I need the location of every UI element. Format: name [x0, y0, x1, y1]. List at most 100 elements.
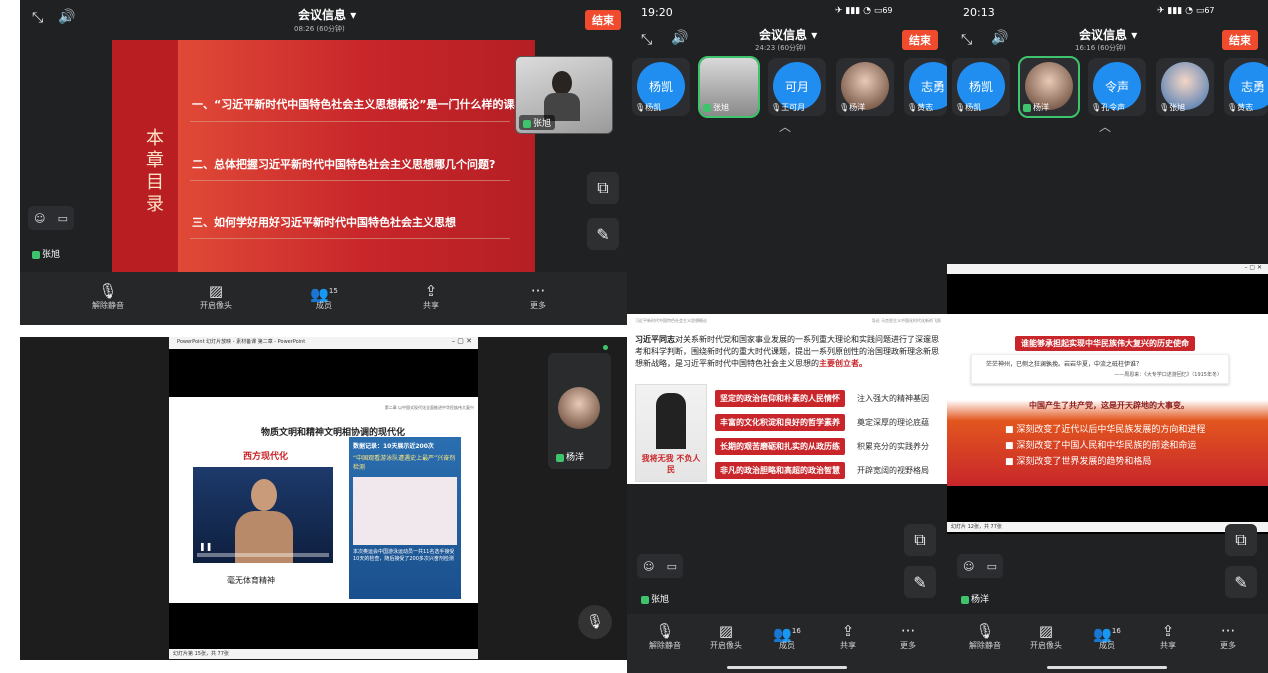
unmute-button[interactable]: 🎙 解除静音 [78, 282, 138, 311]
ppt-window: – ▢ ✕ 谁能够承担起实现中华民族伟大复兴的历史使命 茫茫神州，已侧之狂澜孰挽… [947, 264, 1268, 534]
members-button[interactable]: 👥16 成员 [757, 622, 817, 651]
swimmer-video[interactable]: ❚❚ [193, 467, 333, 563]
more-icon: ··· [530, 282, 546, 300]
reaction-bar[interactable]: ☺ ▭ [637, 554, 683, 578]
mic-off-icon: 🎙 [955, 103, 966, 112]
home-indicator[interactable] [1047, 666, 1167, 669]
members-button[interactable]: 👥15 成员 [294, 282, 354, 311]
meeting-info-title[interactable]: 会议信息 ▾ [759, 26, 817, 43]
annotate-button[interactable]: ✎ [587, 218, 619, 250]
chat-icon[interactable]: ▭ [987, 560, 997, 573]
window-controls[interactable]: – ▢ ✕ [1244, 264, 1262, 271]
camera-button[interactable]: ▨ 开启像头 [696, 622, 756, 651]
reaction-bar[interactable]: ☺ ▭ [28, 206, 74, 230]
emoji-icon[interactable]: ☺ [963, 560, 974, 573]
home-indicator[interactable] [727, 666, 847, 669]
slide-header-left: 习近平新时代中国特色社会主义思想概论 [635, 318, 707, 323]
mic-off-icon: 🎙 [771, 103, 782, 112]
live-dot-icon [603, 345, 608, 350]
unmute-button[interactable]: 🎙 解除静音 [955, 622, 1015, 651]
speaker-icon[interactable]: 🔊 [991, 30, 1008, 46]
camera-button[interactable]: ▨ 开启像头 [1016, 622, 1076, 651]
slide-header: 第二章 以中国式现代化全面推进中华民族伟大复兴 [384, 405, 474, 410]
share-button[interactable]: ⇪ 共享 [818, 622, 878, 651]
more-button[interactable]: ··· 更多 [508, 282, 568, 311]
screen-rotate-button[interactable]: ⧉ [904, 524, 936, 556]
chevron-up-icon[interactable]: ︿ [779, 118, 791, 135]
news-bottom: 本次奥运会中国游泳运动员一共11名选手接受10天的检查，随后接受了200多次兴奋… [353, 549, 455, 562]
share-button[interactable]: ⇪ 共享 [401, 282, 461, 311]
collapse-icon[interactable]: ⤡ [961, 32, 972, 48]
self-name-tag: 杨洋 [957, 591, 993, 606]
participant-tile[interactable]: 张旭 [698, 56, 760, 118]
speaker-video-tile[interactable]: 张旭 [515, 56, 613, 134]
slide-item-2: 二、总体把握习近平新时代中国特色社会主义思想哪几个问题? [192, 158, 496, 171]
speaker-icon[interactable]: 🔊 [671, 30, 688, 46]
participant-tile[interactable]: 志勇 🎙黄志 [1224, 58, 1268, 116]
meeting-info-title[interactable]: 会议信息 ▾ [1079, 26, 1137, 43]
trait-2-result: 奠定深厚的理论底蕴 [857, 418, 929, 427]
ppt-titlebar: – ▢ ✕ [947, 264, 1268, 274]
chevron-up-icon[interactable]: ︿ [1099, 118, 1111, 135]
emoji-icon[interactable]: ☺ [643, 560, 654, 573]
share-button[interactable]: ⇪ 共享 [1138, 622, 1198, 651]
poster-text: 我将无我 不负人民 [641, 454, 701, 474]
speaker-icon[interactable]: 🔊 [58, 9, 75, 25]
collapse-icon[interactable]: ⤡ [32, 10, 43, 26]
end-meeting-button[interactable]: 结束 [902, 30, 938, 50]
swimmer-head [251, 479, 277, 511]
quote-box: 茫茫神州，已侧之狂澜孰挽。岩岩华夏，中流之砥柱伊谁？ ——周恩来：《大专学口述游… [971, 354, 1229, 384]
ppt-slide: 谁能够承担起实现中华民族伟大复兴的历史使命 茫茫神州，已侧之狂澜孰挽。岩岩华夏，… [947, 314, 1268, 486]
floating-mic-button[interactable]: 🎙 [578, 605, 612, 639]
mic-off-icon: 🎙 [655, 622, 675, 640]
window-controls[interactable]: – ▢ ✕ [452, 337, 472, 345]
mic-off-icon: 🎙 [1091, 103, 1102, 112]
pause-icon[interactable]: ❚❚ [199, 542, 212, 551]
participant-tile[interactable]: 令声 🎙孔令声 [1088, 58, 1146, 116]
members-button[interactable]: 👥16 成员 [1077, 622, 1137, 651]
end-meeting-button[interactable]: 结束 [1222, 30, 1258, 50]
chat-icon[interactable]: ▭ [667, 560, 677, 573]
chat-icon[interactable]: ▭ [58, 212, 68, 225]
ppt-statusbar: 幻灯片第 15张，共 77张 [169, 649, 478, 659]
screen-rotate-button[interactable]: ⧉ [587, 172, 619, 204]
slide-heading: 谁能够承担起实现中华民族伟大复兴的历史使命 [1015, 336, 1195, 351]
annotate-button[interactable]: ✎ [904, 566, 936, 598]
mic-off-icon: 🎙 [635, 103, 646, 112]
meeting-panel-4: 20:13 ✈ ▮▮▮ ◔ ▭67 ⤡ 🔊 会议信息 ▾ 16:16 (60分钟… [947, 0, 1268, 673]
more-button[interactable]: ··· 更多 [878, 622, 938, 651]
emoji-icon[interactable]: ☺ [34, 212, 45, 225]
ppt-titlebar: PowerPoint 幻灯片放映 - 素材备课 第二章 - PowerPoint… [169, 337, 478, 349]
end-meeting-button[interactable]: 结束 [585, 10, 621, 30]
camera-button[interactable]: ▨ 开启像头 [186, 282, 246, 311]
participant-tile[interactable]: 杨凯 🎙杨凯 [952, 58, 1010, 116]
participant-tile[interactable]: 🎙张旭 [1156, 58, 1214, 116]
status-icons: ✈ ▮▮▮ ◔ ▭67 [1157, 6, 1215, 16]
status-icons: ✈ ▮▮▮ ◔ ▭69 [835, 6, 893, 16]
participant-tile[interactable]: 杨洋 [1018, 56, 1080, 118]
participant-video-tile[interactable]: 杨洋 [548, 353, 611, 469]
participant-tile[interactable]: 杨凯 🎙杨凯 [632, 58, 690, 116]
bottom-toolbar: 🎙 解除静音 ▨ 开启像头 👥16 成员 ⇪ 共享 ··· 更多 [947, 614, 1268, 673]
meeting-panel-2: PowerPoint 幻灯片放映 - 素材备课 第二章 - PowerPoint… [20, 337, 627, 660]
reaction-bar[interactable]: ☺ ▭ [957, 554, 1003, 578]
trait-3-result: 积累充分的实践养分 [857, 442, 929, 451]
bullet-2: ■ 深刻改变了中国人民和中华民族的前途和命运 [1005, 441, 1197, 451]
participant-tile[interactable]: 🎙杨洋 [836, 58, 894, 116]
video-progress[interactable] [197, 553, 329, 557]
mic-off-icon: 🎙 [839, 103, 850, 112]
ppt-window: PowerPoint 幻灯片放映 - 素材备课 第二章 - PowerPoint… [169, 337, 478, 659]
screen-rotate-button[interactable]: ⧉ [1225, 524, 1257, 556]
collapse-icon[interactable]: ⤡ [641, 32, 652, 48]
unmute-button[interactable]: 🎙 解除静音 [635, 622, 695, 651]
trait-4-result: 开辟宽阔的视野格局 [857, 466, 929, 475]
meeting-info-title[interactable]: 会议信息 ▾ [298, 6, 356, 23]
annotate-button[interactable]: ✎ [1225, 566, 1257, 598]
slide-vertical-title: 本章目录 [146, 128, 164, 215]
mic-off-icon: 🎙 [1159, 103, 1170, 112]
participant-tile[interactable]: 可月 🎙王可月 [768, 58, 826, 116]
mic-off-icon: 🎙 [907, 103, 918, 112]
more-button[interactable]: ··· 更多 [1198, 622, 1258, 651]
participant-tile[interactable]: 志勇 🎙黄志 [904, 58, 947, 116]
trait-3: 长期的艰苦磨砺和扎实的从政历练 [715, 438, 845, 455]
